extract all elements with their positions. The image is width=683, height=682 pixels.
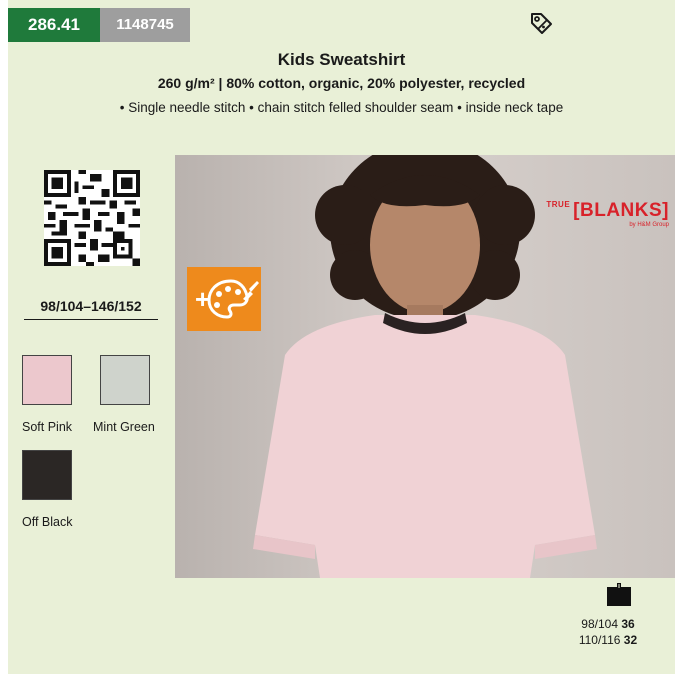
qr-code [44,170,140,266]
color-swatch-mint-green[interactable] [100,355,150,405]
product-title: Kids Sweatshirt [277,50,406,69]
size-range: 98/104–146/152 [24,298,158,320]
brand-subtitle: by H&M Group [629,222,669,228]
pack-size: 110/116 [578,633,621,647]
pack-quantity: 36 [621,617,635,631]
color-label-mint-green: Mint Green [93,420,155,434]
color-swatch-off-black[interactable] [22,450,72,500]
brand-name: [BLANKS] [573,200,669,221]
pack-size: 98/104 [581,617,618,631]
discount-tag-icon [531,13,552,34]
customization-palette-icon: + [195,279,259,319]
color-label-soft-pink: Soft Pink [22,420,73,434]
supplier-code: 1148745 [100,8,190,42]
brand-logo: TRUE [BLANKS] by H&M Group [519,200,669,228]
color-swatch-soft-pink[interactable] [22,355,72,405]
color-label-off-black: Off Black [22,515,73,529]
packaging-row: 98/104 36 [560,617,656,631]
brand-prefix: TRUE [546,200,571,209]
customization-badge: + [187,267,261,331]
product-features: • Single needle stitch • chain stitch fe… [119,100,564,115]
article-number: 286.41 [8,8,100,42]
packaging-row: 110/116 32 [560,633,656,647]
product-material: 260 g/m² | 80% cotton, organic, 20% poly… [157,75,526,91]
carton-icon [607,583,631,606]
pack-quantity: 32 [623,633,638,647]
